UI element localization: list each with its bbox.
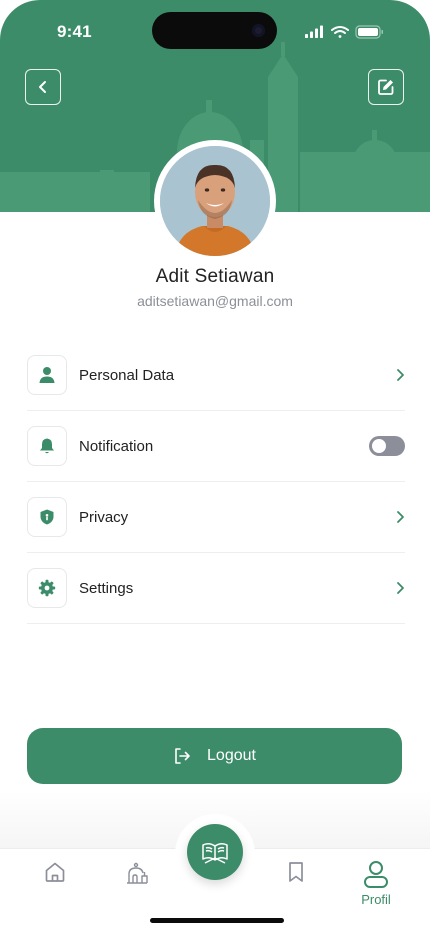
chevron-right-icon [387, 508, 405, 526]
person-icon [39, 367, 55, 383]
menu-item-personal-data[interactable]: Personal Data [27, 340, 405, 411]
signal-icon [305, 25, 323, 38]
status-bar: 9:41 [0, 0, 430, 60]
bell-icon [40, 438, 54, 454]
menu-item-privacy[interactable]: Privacy [27, 482, 405, 553]
mosque-icon [127, 862, 148, 884]
settings-menu: Personal Data Notification Privacy Setti… [27, 340, 405, 624]
chevron-right-icon [387, 579, 405, 597]
dynamic-island [152, 12, 277, 49]
gear-icon [38, 579, 56, 597]
wifi-icon [331, 26, 349, 38]
menu-item-notification[interactable]: Notification [27, 411, 405, 482]
menu-icon-box [27, 355, 67, 395]
avatar-photo [160, 146, 270, 256]
menu-item-label: Privacy [79, 508, 129, 526]
back-button[interactable] [25, 69, 61, 105]
logout-icon [175, 748, 190, 764]
avatar-frame[interactable] [154, 140, 276, 262]
toggle-knob [372, 439, 386, 453]
logout-label: Logout [207, 747, 256, 764]
chevron-right-icon [387, 366, 405, 384]
notification-toggle[interactable] [369, 436, 405, 456]
menu-item-settings[interactable]: Settings [27, 553, 405, 624]
nav-profil-label[interactable]: Profil [350, 892, 402, 907]
menu-icon-box [27, 497, 67, 537]
menu-item-label: Notification [79, 437, 154, 455]
profile-icon [364, 861, 388, 888]
shield-icon [40, 509, 54, 525]
menu-icon-box [27, 568, 67, 608]
avatar [160, 146, 270, 256]
bookmark-icon [289, 862, 303, 882]
profile-email: aditsetiawan@gmail.com [137, 293, 293, 309]
quran-icon [202, 842, 228, 864]
logout-button[interactable]: Logout [27, 728, 402, 784]
status-time: 9:41 [57, 22, 92, 41]
quran-button[interactable] [187, 824, 243, 880]
menu-item-label: Personal Data [79, 366, 175, 384]
nav-prayer[interactable] [117, 860, 157, 890]
nav-profil[interactable] [356, 860, 396, 890]
status-icons [305, 25, 383, 39]
nav-home[interactable] [35, 860, 75, 890]
menu-item-label: Settings [79, 579, 134, 597]
battery-icon [355, 25, 383, 39]
edit-profile-button[interactable] [368, 69, 404, 105]
home-indicator [150, 918, 284, 923]
nav-bookmark[interactable] [276, 860, 316, 890]
edit-icon [378, 79, 394, 95]
chevron-left-icon [39, 81, 46, 93]
profile-name: Adit Setiawan [155, 266, 275, 287]
home-icon [45, 862, 65, 882]
menu-icon-box [27, 426, 67, 466]
